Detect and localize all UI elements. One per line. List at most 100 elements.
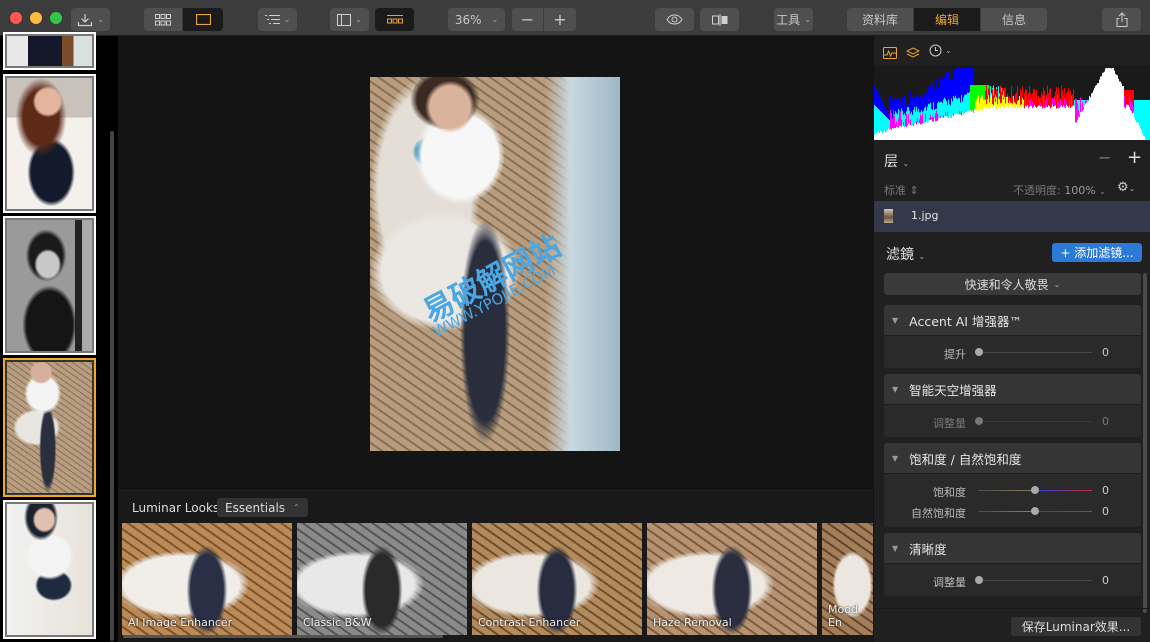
histogram-bar [939,117,940,140]
thumbnail-4[interactable] [3,500,96,639]
mode-switch: 资料库 编辑 信息 [847,8,1047,31]
gallery-view-button[interactable] [144,8,183,31]
slider-knob[interactable] [1031,486,1039,494]
histogram-bar [970,110,971,140]
add-layer-button[interactable]: + [1127,147,1142,168]
histogram-tab[interactable] [883,44,897,63]
blend-mode-select[interactable]: 标准 ⇕ [884,182,919,198]
tools-menu-button[interactable]: 工具 ⌄ [774,8,813,31]
sort-button[interactable]: ⌄ [258,8,297,31]
add-filter-button[interactable]: + 添加滤镜... [1052,243,1142,262]
sidebar-toggle-button[interactable]: ⌄ [330,8,369,31]
tab-library[interactable]: 资料库 [847,8,914,31]
histogram-bar [908,123,909,140]
histogram-bar [931,119,932,140]
looks-collection-select[interactable]: Essentials ⌃ [217,498,308,517]
histogram-bar [999,105,1000,140]
compare-button[interactable] [700,8,739,31]
filmstrip-toggle-button[interactable] [375,8,414,31]
photo-uniform-portrait [7,504,92,635]
slider-knob[interactable] [975,417,983,425]
histogram-bar [996,108,997,140]
main-photo[interactable]: 易破解网站 WWW.YPOJIE.COM [370,77,620,451]
filter-header[interactable]: ▼ 饱和度 / 自然饱和度 [884,443,1141,474]
preview-button[interactable] [655,8,694,31]
single-view-button[interactable] [183,8,223,31]
slider-track[interactable] [978,352,1092,353]
histogram-bar [974,109,975,140]
zoom-out-button[interactable]: − [512,8,544,31]
histogram-bar [1079,117,1080,140]
zoom-in-button[interactable]: + [544,8,576,31]
tab-edit[interactable]: 编辑 [914,8,981,31]
save-luminar-look-button[interactable]: 保存Luminar效果... [1011,617,1141,636]
photo-redhead-black-dress [7,78,92,209]
thumbnail-1[interactable] [3,74,96,213]
slider-track[interactable] [978,421,1092,422]
layers-header[interactable]: 层 ⌄ [884,151,909,171]
tab-info[interactable]: 信息 [981,8,1047,31]
look-mood-enhancer[interactable]: Mood En [822,523,873,635]
layer-settings-button[interactable]: ⚙⌄ [1117,180,1135,195]
share-button[interactable] [1102,8,1141,31]
slider-track[interactable] [978,580,1092,581]
histogram-bar [1125,108,1126,140]
look-haze-removal[interactable]: Haze Removal [647,523,817,635]
histogram-bar [950,117,951,140]
opacity-control[interactable]: 不透明度: 100% ⌄ [1013,182,1106,198]
slider-value: 0 [1102,484,1109,497]
filter-header[interactable]: ▼ Accent AI 增强器™ [884,305,1141,336]
histogram-bar [928,121,929,140]
history-tab[interactable]: ⌄ [929,44,952,57]
histogram-bar [1068,107,1069,140]
histogram-bar [966,111,967,140]
histogram-bar [968,110,969,140]
single-view-icon [195,14,211,25]
thumbnail-2[interactable] [3,216,96,355]
histogram-bar [1047,107,1048,140]
histogram-bar [946,115,947,140]
histogram-bar [1114,70,1115,140]
filter-header[interactable]: ▼ 智能天空增强器 [884,374,1141,405]
filmstrip-scrollbar[interactable] [110,131,114,641]
looks-scrollbar[interactable] [123,635,443,638]
chevron-down-icon: ⌄ [945,46,952,55]
image-canvas[interactable]: 易破解网站 WWW.YPOJIE.COM [118,36,873,490]
histogram-bar [977,108,978,140]
look-ai-image-enhancer[interactable]: AI Image Enhancer [122,523,292,635]
toolbar: ⌄ ⌄ ⌄ 36% ⌄ − + 工具 ⌄ 资料库 编辑 信息 [0,0,1150,36]
preset-select[interactable]: 快速和令人敬畏 ⌄ [884,273,1141,295]
layers-tab[interactable] [905,44,921,63]
histogram-bar [998,107,999,140]
histogram-bar [954,113,955,140]
histogram-bar [1126,104,1127,140]
panel-scrollbar[interactable] [1143,273,1147,613]
histogram-bar [988,107,989,140]
histogram-bar [1146,100,1147,140]
histogram-bar [1003,107,1004,140]
thumbnail-3-selected[interactable] [3,358,96,497]
slider-knob[interactable] [975,348,983,356]
histogram-bar [1069,105,1070,140]
filter-header[interactable]: ▼ 清晰度 [884,533,1141,564]
look-classic-bw[interactable]: Classic B&W [297,523,467,635]
zoom-level-value: 36% [454,12,482,27]
zoom-window-button[interactable] [50,12,62,24]
histogram-bar [991,105,992,140]
look-contrast-enhancer[interactable]: Contrast Enhancer [472,523,642,635]
histogram-bar [986,108,987,140]
close-window-button[interactable] [10,12,22,24]
slider-knob[interactable] [1031,507,1039,515]
import-button[interactable]: ⌄ [71,8,110,31]
thumbnail-0[interactable] [3,32,96,70]
zoom-level-select[interactable]: 36% ⌄ [448,8,505,31]
minimize-window-button[interactable] [30,12,42,24]
tab-edit-label: 编辑 [934,13,959,27]
layer-item[interactable]: 1.jpg [874,201,1150,232]
remove-layer-button[interactable]: − [1098,148,1111,167]
histogram-bar [990,107,991,140]
histogram-bar [949,115,950,140]
histogram-bar [895,128,896,140]
slider-knob[interactable] [975,576,983,584]
filters-header[interactable]: 滤鏡 ⌄ [886,244,925,264]
